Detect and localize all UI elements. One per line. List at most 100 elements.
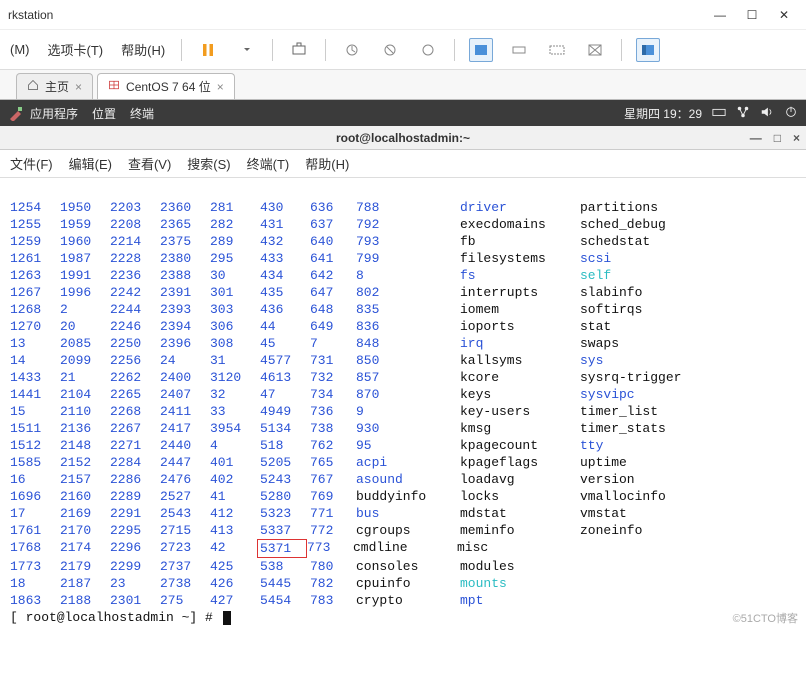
library-button[interactable] [636, 38, 660, 62]
snapshot-manage-button[interactable] [416, 38, 440, 62]
close-icon[interactable]: × [75, 80, 82, 94]
cell: timer_stats [580, 420, 720, 437]
cell: 281 [210, 199, 260, 216]
term-maximize-button[interactable]: □ [774, 131, 781, 145]
cell: kpageflags [460, 454, 580, 471]
volume-icon[interactable] [760, 105, 774, 122]
vm-icon [108, 79, 120, 94]
cell: 18 [10, 575, 60, 592]
accessories-icon [8, 105, 24, 121]
cell: 2179 [60, 558, 110, 575]
term-menu-file[interactable]: 文件(F) [10, 154, 53, 173]
stretch-button[interactable] [583, 38, 607, 62]
cell: 2447 [160, 454, 210, 471]
cell: sysvipc [580, 386, 720, 403]
cell: locks [460, 488, 580, 505]
cell: 850 [356, 352, 460, 369]
cell: 2174 [60, 539, 110, 558]
terminal-output[interactable]: 1254195022032360281430636788driverpartit… [0, 178, 806, 630]
close-icon[interactable]: × [217, 80, 224, 94]
cell: 431 [260, 216, 310, 233]
term-close-button[interactable]: × [793, 131, 800, 145]
cell: 637 [310, 216, 356, 233]
term-menu-edit[interactable]: 编辑(E) [69, 154, 112, 173]
cell [577, 539, 717, 558]
term-menu-view[interactable]: 查看(V) [128, 154, 171, 173]
cell: 1511 [10, 420, 60, 437]
cell: cmdline [353, 539, 457, 558]
menu-item-tabs[interactable]: 选项卡(T) [46, 38, 106, 61]
terminal-row: 142099225624314577731850kallsymssys [10, 352, 796, 369]
power-icon[interactable] [784, 105, 798, 122]
cell: 427 [210, 592, 260, 609]
minimize-button[interactable]: — [714, 9, 726, 21]
cell: 2417 [160, 420, 210, 437]
cell: 433 [260, 250, 310, 267]
cell: 2268 [110, 403, 160, 420]
cell: fb [460, 233, 580, 250]
menu-item-m[interactable]: (M) [8, 40, 32, 59]
cell: 2267 [110, 420, 160, 437]
cell: 2157 [60, 471, 110, 488]
cell: 303 [210, 301, 260, 318]
cell: 1773 [10, 558, 60, 575]
cell: 2110 [60, 403, 110, 420]
cell: 769 [310, 488, 356, 505]
cell: 518 [260, 437, 310, 454]
cell: 538 [260, 558, 310, 575]
pause-button[interactable] [196, 38, 220, 62]
cell: zoneinfo [580, 522, 720, 539]
term-menu-term[interactable]: 终端(T) [247, 154, 290, 173]
prompt-line[interactable]: [ root@localhostadmin ~] # [10, 609, 796, 626]
cell: vmstat [580, 505, 720, 522]
cell: 5280 [260, 488, 310, 505]
pause-dropdown[interactable] [234, 38, 258, 62]
keyboard-icon[interactable] [712, 105, 726, 122]
term-minimize-button[interactable]: — [750, 131, 762, 145]
close-button[interactable]: ✕ [778, 9, 790, 21]
cell: swaps [580, 335, 720, 352]
term-menu-search[interactable]: 搜索(S) [187, 154, 230, 173]
cell: 2085 [60, 335, 110, 352]
terminal-row: 1696216022892527415280769buddyinfolocksv… [10, 488, 796, 505]
cell: 2393 [160, 301, 210, 318]
unity-button[interactable] [507, 38, 531, 62]
cell: 47 [260, 386, 310, 403]
maximize-button[interactable]: ☐ [746, 9, 758, 21]
places-menu[interactable]: 位置 [92, 105, 116, 122]
terminal-row: 1863218823012754275454783cryptompt [10, 592, 796, 609]
cell: 4613 [260, 369, 310, 386]
cell: 2375 [160, 233, 210, 250]
clock[interactable]: 星期四 19：29 [624, 105, 702, 122]
cell: 762 [310, 437, 356, 454]
cell: 2543 [160, 505, 210, 522]
tab-centos[interactable]: CentOS 7 64 位 × [97, 73, 235, 99]
cell: 2250 [110, 335, 160, 352]
term-menu-help[interactable]: 帮助(H) [305, 154, 349, 173]
menu-item-help[interactable]: 帮助(H) [119, 38, 167, 61]
cell: 2265 [110, 386, 160, 403]
cell: 2256 [110, 352, 160, 369]
cell: 7 [310, 335, 356, 352]
network-icon[interactable] [736, 105, 750, 122]
cell: 2286 [110, 471, 160, 488]
cell: 30 [210, 267, 260, 284]
fullscreen-button[interactable] [469, 38, 493, 62]
cell: 301 [210, 284, 260, 301]
cell: 2152 [60, 454, 110, 471]
cell: 1768 [10, 539, 60, 558]
snapshot-take-button[interactable] [340, 38, 364, 62]
cell: meminfo [460, 522, 580, 539]
terminal-menu[interactable]: 终端 [130, 105, 154, 122]
cell: 2271 [110, 437, 160, 454]
cell: 641 [310, 250, 356, 267]
snapshot-revert-button[interactable] [378, 38, 402, 62]
tab-home[interactable]: 主页 × [16, 73, 93, 99]
cell [580, 575, 720, 592]
view-cycle-button[interactable] [545, 38, 569, 62]
snapshot-button[interactable] [287, 38, 311, 62]
applications-menu[interactable]: 应用程序 [30, 105, 78, 122]
cell: 780 [310, 558, 356, 575]
cell: scsi [580, 250, 720, 267]
cell: 95 [356, 437, 460, 454]
